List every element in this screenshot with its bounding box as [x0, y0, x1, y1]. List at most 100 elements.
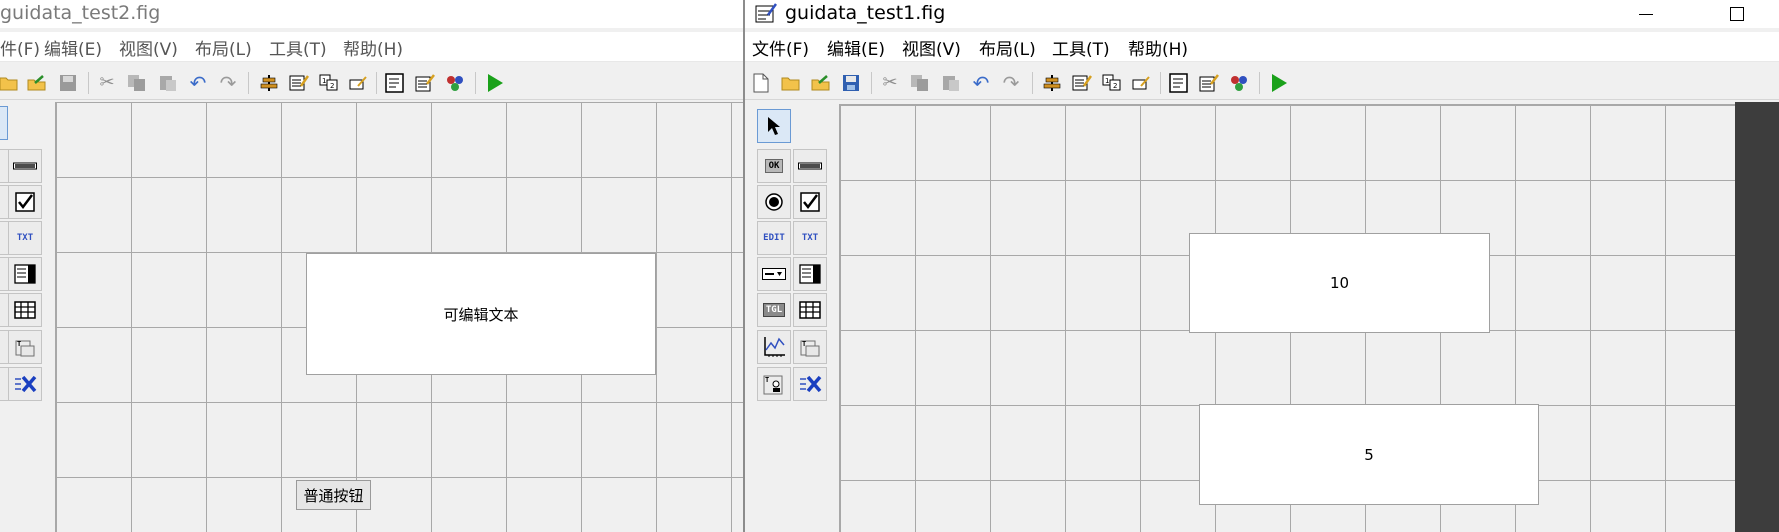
palette-activex-icon[interactable]	[793, 367, 827, 401]
palette-table-icon[interactable]	[793, 293, 827, 327]
redo-icon[interactable]: ↷	[998, 70, 1024, 96]
palette-panel-icon[interactable]: T	[8, 330, 42, 364]
run-icon[interactable]	[1266, 70, 1292, 96]
property-inspector-icon[interactable]	[412, 70, 438, 96]
undo-icon[interactable]: ↶	[185, 70, 211, 96]
cut-icon[interactable]: ✂	[94, 70, 120, 96]
save-icon[interactable]	[55, 70, 81, 96]
menu-help[interactable]: 帮助(H)	[343, 35, 403, 60]
layout-canvas[interactable]: 可编辑文本 普通按钮	[55, 102, 743, 532]
open-folder-icon[interactable]	[0, 70, 22, 96]
menu-edit[interactable]: 编辑(E)	[827, 35, 885, 60]
undo-icon[interactable]: ↶	[968, 70, 994, 96]
object-browser-icon[interactable]	[1226, 70, 1252, 96]
window-title: guidata_test2.fig	[0, 2, 161, 24]
paste-icon[interactable]	[938, 70, 964, 96]
redo-icon[interactable]: ↷	[215, 70, 241, 96]
figure-window-guidata-test1: guidata_test1.fig 文件(F) 编辑(E) 视图(V) 布局(L…	[744, 0, 1779, 532]
palette-panel-icon[interactable]: T	[793, 330, 827, 364]
svg-text:T: T	[802, 340, 806, 348]
menu-layout[interactable]: 布局(L)	[195, 35, 252, 60]
dark-background-strip	[1735, 102, 1779, 532]
toolbar-separator	[88, 72, 89, 94]
edit-text-box[interactable]: 可编辑文本	[306, 253, 656, 375]
edit-box-value-5[interactable]: 5	[1199, 404, 1539, 505]
toolbar-separator	[871, 72, 872, 94]
export-folder-icon[interactable]	[808, 70, 834, 96]
toolbar: ✂ ↶ ↷ 12	[745, 66, 1779, 100]
palette-listbox-icon[interactable]	[793, 257, 827, 291]
menu-bar: 文件(F) 编辑(E) 视图(V) 布局(L) 工具(T) 帮助(H)	[745, 32, 1779, 62]
maximize-icon	[1730, 7, 1744, 21]
menu-edit[interactable]: 编辑(E)	[44, 35, 102, 60]
export-folder-icon[interactable]	[24, 70, 50, 96]
menu-editor-icon[interactable]	[286, 70, 312, 96]
menu-file[interactable]: 件(F)	[0, 35, 40, 60]
title-bar: guidata_test2.fig	[0, 0, 743, 28]
menu-tools[interactable]: 工具(T)	[1052, 35, 1110, 60]
editor-icon[interactable]	[382, 70, 408, 96]
palette-slider-icon[interactable]	[793, 149, 827, 183]
edit-box-value-10[interactable]: 10	[1189, 233, 1490, 333]
object-browser-icon[interactable]	[442, 70, 468, 96]
palette-select-tool[interactable]	[0, 106, 8, 140]
maximize-button[interactable]	[1714, 0, 1760, 28]
palette-radio-button-icon[interactable]	[757, 185, 791, 219]
palette-select-tool[interactable]	[757, 109, 791, 143]
align-icon[interactable]	[1039, 70, 1065, 96]
menu-bar: 件(F) 编辑(E) 视图(V) 布局(L) 工具(T) 帮助(H)	[0, 32, 743, 62]
toolbar-separator	[248, 72, 249, 94]
palette-static-text-icon[interactable]: TXT	[793, 221, 827, 255]
menu-help[interactable]: 帮助(H)	[1128, 35, 1188, 60]
svg-text:T: T	[765, 376, 769, 384]
toolbar-editor-icon[interactable]	[1128, 70, 1154, 96]
cut-icon[interactable]: ✂	[877, 70, 903, 96]
property-inspector-icon[interactable]	[1196, 70, 1222, 96]
palette-edit-text-icon[interactable]: EDIT	[757, 221, 791, 255]
menu-view[interactable]: 视图(V)	[902, 35, 961, 60]
palette-toggle-label: TGL	[762, 303, 786, 317]
toolbar-editor-icon[interactable]	[345, 70, 371, 96]
palette-table-icon[interactable]	[8, 293, 42, 327]
open-folder-icon[interactable]	[778, 70, 804, 96]
svg-text:2: 2	[330, 82, 334, 90]
menu-tools[interactable]: 工具(T)	[269, 35, 327, 60]
tab-order-icon[interactable]: 12	[316, 70, 342, 96]
figure-window-guidata-test2: guidata_test2.fig 件(F) 编辑(E) 视图(V) 布局(L)…	[0, 0, 744, 532]
palette-static-text-icon[interactable]: TXT	[8, 221, 42, 255]
svg-text:1: 1	[322, 77, 326, 85]
menu-view[interactable]: 视图(V)	[119, 35, 178, 60]
menu-editor-icon[interactable]	[1069, 70, 1095, 96]
save-icon[interactable]	[838, 70, 864, 96]
run-icon[interactable]	[482, 70, 508, 96]
palette-activex-icon[interactable]	[8, 367, 42, 401]
minimize-icon	[1639, 13, 1653, 15]
copy-icon[interactable]	[907, 70, 933, 96]
new-file-icon[interactable]	[748, 70, 774, 96]
editor-icon[interactable]	[1166, 70, 1192, 96]
copy-icon[interactable]	[124, 70, 150, 96]
palette-slider-icon[interactable]	[8, 149, 42, 183]
palette-axes-icon[interactable]	[757, 330, 791, 364]
menu-file[interactable]: 文件(F)	[752, 35, 809, 60]
toolbar-separator	[1259, 72, 1260, 94]
layout-canvas[interactable]: 10 5	[839, 104, 1735, 532]
align-icon[interactable]	[256, 70, 282, 96]
palette-listbox-icon[interactable]	[8, 257, 42, 291]
title-bar: guidata_test1.fig	[745, 0, 1779, 28]
palette-checkbox-icon[interactable]	[793, 185, 827, 219]
palette-toggle-button-icon[interactable]: TGL	[757, 293, 791, 327]
palette-pushbutton-label: OK	[764, 159, 784, 173]
tab-order-icon[interactable]: 12	[1099, 70, 1125, 96]
palette-popup-menu-icon[interactable]	[757, 257, 791, 291]
push-button[interactable]: 普通按钮	[296, 480, 371, 510]
toolbar: ✂ ↶ ↷ 12	[0, 66, 743, 100]
toolbar-separator	[376, 72, 377, 94]
palette-button-group-icon[interactable]: T	[757, 367, 791, 401]
menu-layout[interactable]: 布局(L)	[979, 35, 1036, 60]
palette-pushbutton-icon[interactable]: OK	[757, 149, 791, 183]
palette-checkbox-icon[interactable]	[8, 185, 42, 219]
minimize-button[interactable]	[1623, 0, 1669, 28]
paste-icon[interactable]	[155, 70, 181, 96]
svg-text:2: 2	[1113, 82, 1117, 90]
